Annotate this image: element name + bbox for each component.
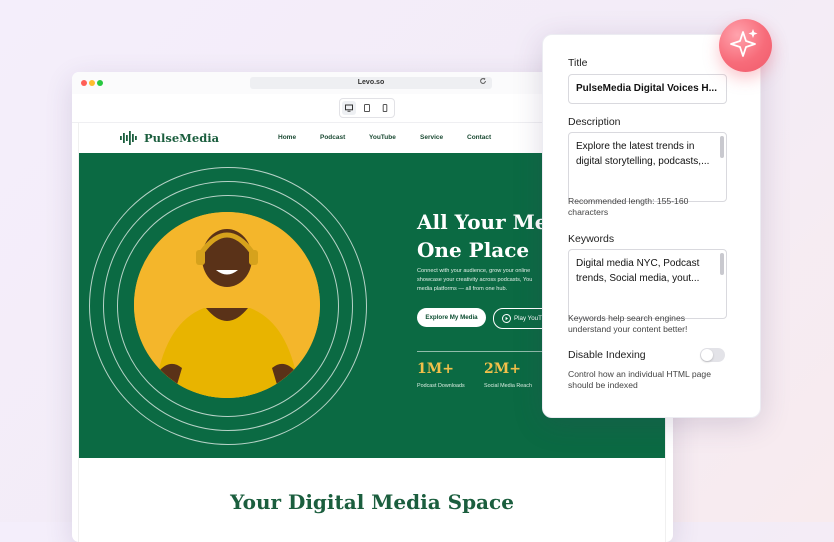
reload-icon[interactable] xyxy=(479,77,487,89)
keywords-text: Digital media NYC, Podcast trends, Socia… xyxy=(576,258,700,284)
minimize-window-dot[interactable] xyxy=(89,80,95,86)
desktop-view-button[interactable] xyxy=(342,101,356,115)
explore-media-button[interactable]: Explore My Media xyxy=(417,308,486,327)
nav-youtube[interactable]: YouTube xyxy=(369,134,396,141)
stat-value: 1M+ xyxy=(417,361,454,377)
play-icon xyxy=(502,314,511,323)
indexing-helper: Control how an individual HTML page shou… xyxy=(568,369,711,390)
description-textarea[interactable]: Explore the latest trends in digital sto… xyxy=(568,132,727,202)
soundwave-icon xyxy=(120,131,137,145)
play-youtube-label: Play YouTu xyxy=(514,315,546,322)
ai-sparkle-button[interactable] xyxy=(719,19,772,72)
mobile-view-button[interactable] xyxy=(378,101,392,115)
device-toggle-group xyxy=(339,98,395,118)
stat-label: Podcast Downloads xyxy=(417,383,465,389)
hero-portrait-image xyxy=(134,212,320,398)
site-logo[interactable]: PulseMedia xyxy=(120,129,219,147)
close-window-dot[interactable] xyxy=(81,80,87,86)
disable-indexing-toggle[interactable] xyxy=(700,348,725,362)
seo-settings-panel: Title PulseMedia Digital Voices H... Des… xyxy=(542,34,761,418)
description-scrollbar[interactable] xyxy=(720,136,724,158)
toggle-knob xyxy=(701,349,713,361)
stat-label: Social Media Reach xyxy=(484,383,532,389)
hero-subtitle: Connect with your audience, grow your on… xyxy=(417,267,557,294)
maximize-window-dot[interactable] xyxy=(97,80,103,86)
nav-contact[interactable]: Contact xyxy=(467,134,491,141)
stat-value: 2M+ xyxy=(484,361,521,377)
hero-subtitle-line2: showcase your creativity across podcasts… xyxy=(417,277,533,283)
keywords-label: Keywords xyxy=(568,233,615,245)
nav-service[interactable]: Service xyxy=(420,134,443,141)
nav-home[interactable]: Home xyxy=(278,134,296,141)
keywords-helper: Keywords help search engines understand … xyxy=(568,313,688,334)
section-heading: Your Digital Media Space xyxy=(230,490,514,514)
brand-name: PulseMedia xyxy=(144,131,220,145)
description-text: Explore the latest trends in digital sto… xyxy=(576,141,710,167)
title-input[interactable]: PulseMedia Digital Voices H... xyxy=(568,74,727,104)
mobile-icon xyxy=(382,104,388,112)
disable-indexing-label: Disable Indexing xyxy=(568,349,646,361)
desktop-icon xyxy=(345,104,353,112)
description-helper: Recommended length: 155-160 characters xyxy=(568,196,689,217)
tablet-view-button[interactable] xyxy=(360,101,374,115)
sparkle-icon xyxy=(730,29,758,57)
hero-subtitle-line3: media platforms — all from one hub. xyxy=(417,286,508,292)
title-label: Title xyxy=(568,57,588,69)
nav-podcast[interactable]: Podcast xyxy=(320,134,345,141)
stats-divider xyxy=(417,351,557,352)
tablet-icon xyxy=(364,104,370,112)
description-label: Description xyxy=(568,116,621,128)
keywords-textarea[interactable]: Digital media NYC, Podcast trends, Socia… xyxy=(568,249,727,319)
hero-subtitle-line1: Connect with your audience, grow your on… xyxy=(417,268,531,274)
url-text: Levo.so xyxy=(357,79,385,86)
address-bar[interactable]: Levo.so xyxy=(250,77,492,89)
keywords-scrollbar[interactable] xyxy=(720,253,724,275)
